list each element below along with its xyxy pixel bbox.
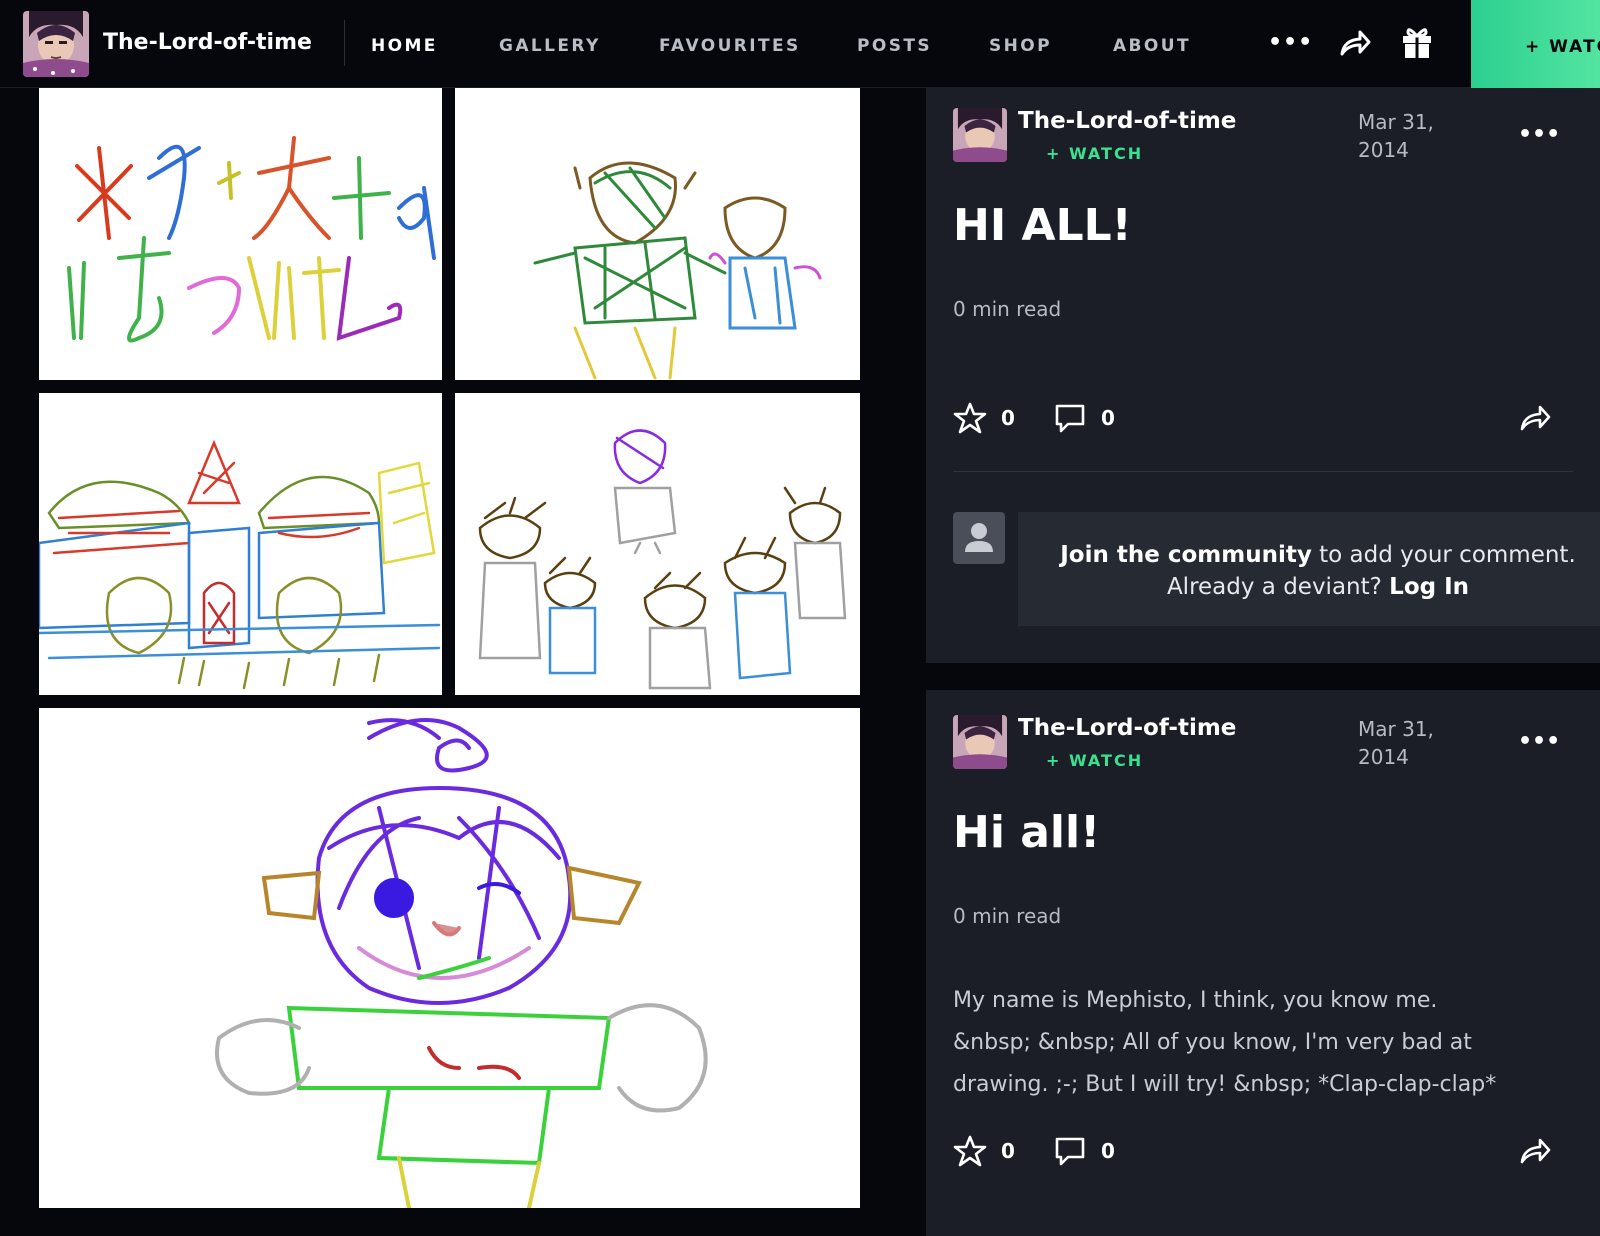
post-author[interactable]: The-Lord-of-time xyxy=(1018,715,1236,741)
post-card: The-Lord-of-time + WATCH Mar 31, 2014 ••… xyxy=(926,690,1600,1236)
share-icon[interactable] xyxy=(1518,1134,1552,1168)
comment-action[interactable]: 0 xyxy=(1053,401,1115,435)
avatar[interactable] xyxy=(953,715,1007,769)
avatar[interactable] xyxy=(953,108,1007,162)
comment-icon[interactable] xyxy=(1053,401,1087,435)
watch-button[interactable]: + WATCH xyxy=(1046,144,1143,163)
read-time: 0 min read xyxy=(953,904,1062,928)
post-title[interactable]: HI ALL! xyxy=(953,200,1132,251)
gallery-panel-elf-portrait[interactable] xyxy=(39,708,860,1208)
gallery-panel-crowd[interactable] xyxy=(455,393,860,695)
tab-about[interactable]: ABOUT xyxy=(1113,36,1191,56)
share-icon[interactable] xyxy=(1518,401,1552,435)
post-body: My name is Mephisto, I think, you know m… xyxy=(953,988,1497,1097)
comment-prompt: Join the community to add your comment. … xyxy=(1018,512,1600,626)
avatar[interactable] xyxy=(23,11,89,77)
star-icon[interactable] xyxy=(953,401,987,435)
favourite-action[interactable]: 0 xyxy=(953,1134,1015,1168)
more-menu-icon[interactable]: ••• xyxy=(1268,30,1313,55)
watch-button[interactable]: + WATCH xyxy=(1471,0,1600,88)
header-divider xyxy=(344,20,345,66)
read-time: 0 min read xyxy=(953,297,1062,321)
favourite-count: 0 xyxy=(1001,406,1015,430)
comment-action[interactable]: 0 xyxy=(1053,1134,1115,1168)
post-author[interactable]: The-Lord-of-time xyxy=(1018,108,1236,134)
join-community-link[interactable]: Join the community xyxy=(1060,542,1312,568)
tab-posts[interactable]: POSTS xyxy=(857,36,932,56)
post-title[interactable]: Hi all! xyxy=(953,807,1100,858)
top-navigation-bar: The-Lord-of-time HOME GALLERY FAVOURITES… xyxy=(0,0,1600,88)
tab-gallery[interactable]: GALLERY xyxy=(499,36,601,56)
card-divider xyxy=(953,471,1573,472)
gallery-panel-japanese-text[interactable] xyxy=(39,88,442,380)
favourite-count: 0 xyxy=(1001,1139,1015,1163)
gallery-panel-characters[interactable] xyxy=(455,88,860,380)
comment-count: 0 xyxy=(1101,1139,1115,1163)
gallery-panel-village[interactable] xyxy=(39,393,442,695)
star-icon[interactable] xyxy=(953,1134,987,1168)
gift-icon[interactable] xyxy=(1400,24,1434,64)
profile-username[interactable]: The-Lord-of-time xyxy=(103,30,312,55)
tab-home[interactable]: HOME xyxy=(371,36,438,56)
post-date: Mar 31, 2014 xyxy=(1358,110,1434,162)
post-card: The-Lord-of-time + WATCH Mar 31, 2014 ••… xyxy=(926,88,1600,663)
watch-button[interactable]: + WATCH xyxy=(1046,751,1143,770)
comment-count: 0 xyxy=(1101,406,1115,430)
login-link[interactable]: Log In xyxy=(1389,574,1469,600)
tab-favourites[interactable]: FAVOURITES xyxy=(659,36,801,56)
guest-avatar-icon xyxy=(953,512,1005,564)
tab-shop[interactable]: SHOP xyxy=(989,36,1052,56)
comment-icon[interactable] xyxy=(1053,1134,1087,1168)
more-options-icon[interactable]: ••• xyxy=(1518,122,1560,147)
more-options-icon[interactable]: ••• xyxy=(1518,729,1560,754)
favourite-action[interactable]: 0 xyxy=(953,401,1015,435)
post-date: Mar 31, 2014 xyxy=(1358,717,1434,769)
share-icon[interactable] xyxy=(1338,26,1372,64)
